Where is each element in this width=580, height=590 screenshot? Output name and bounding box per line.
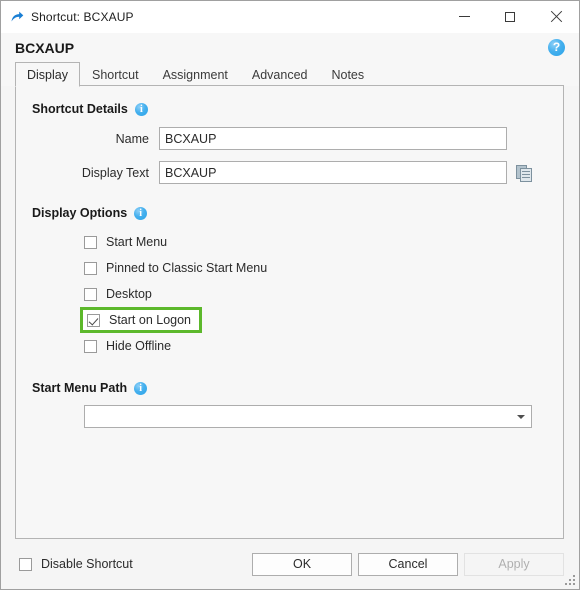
option-start-on-logon-label: Start on Logon — [109, 313, 192, 327]
info-icon-shortcut-details[interactable]: i — [134, 102, 148, 116]
footer-bar: Disable Shortcut OK Cancel Apply — [1, 539, 579, 589]
start-menu-path-label: Start Menu Path — [32, 381, 128, 395]
option-desktop-label: Desktop — [106, 287, 152, 301]
copy-icon[interactable] — [516, 164, 534, 182]
option-hide-offline[interactable]: Hide Offline — [32, 333, 547, 359]
option-start-menu[interactable]: Start Menu — [32, 229, 547, 255]
ok-button[interactable]: OK — [252, 552, 352, 576]
option-hide-offline-label: Hide Offline — [106, 339, 172, 353]
name-label: Name — [115, 131, 149, 146]
info-icon-display-options[interactable]: i — [134, 206, 148, 220]
close-icon — [550, 11, 562, 23]
cancel-button[interactable]: Cancel — [358, 552, 458, 576]
tab-shortcut[interactable]: Shortcut — [80, 62, 151, 86]
checkbox-hide-offline[interactable] — [84, 339, 97, 353]
display-options-heading: Display Options i — [32, 206, 547, 220]
minimize-icon — [458, 16, 470, 17]
ok-button-label: OK — [292, 557, 312, 571]
checkbox-disable-shortcut[interactable] — [19, 557, 32, 571]
name-row: Name — [32, 127, 547, 150]
name-input[interactable] — [159, 127, 507, 150]
checkbox-desktop[interactable] — [84, 287, 97, 301]
info-icon-start-menu-path[interactable]: i — [134, 381, 148, 395]
minimize-button[interactable] — [441, 1, 487, 32]
option-start-on-logon-highlight: Start on Logon — [32, 307, 547, 333]
dialog-buttons: OK Cancel Apply — [252, 552, 564, 576]
help-question-icon: ? — [548, 39, 565, 56]
tab-assignment-label: Assignment — [162, 67, 228, 82]
display-options-label: Display Options — [32, 206, 128, 220]
option-pinned-classic-start-menu-label: Pinned to Classic Start Menu — [106, 261, 268, 275]
tab-notes-label: Notes — [331, 67, 365, 82]
tab-shortcut-label: Shortcut — [92, 67, 139, 82]
apply-button-label: Apply — [498, 557, 530, 571]
maximize-button[interactable] — [487, 1, 533, 32]
shortcut-properties-window: Shortcut: BCXAUP BCXAUP ? Display Shortc… — [0, 0, 580, 590]
window-title: Shortcut: BCXAUP — [31, 9, 134, 24]
checkbox-start-menu[interactable] — [84, 235, 97, 249]
display-options-list: Start Menu Pinned to Classic Start Menu … — [32, 229, 547, 359]
checkbox-start-on-logon[interactable] — [87, 313, 100, 327]
resize-grip-icon[interactable] — [565, 575, 576, 586]
option-start-menu-label: Start Menu — [106, 235, 168, 249]
tab-advanced-label: Advanced — [251, 67, 308, 82]
tab-display-label: Display — [27, 67, 68, 82]
display-tab-panel: Shortcut Details i Name Display Text Dis… — [15, 86, 564, 539]
option-start-on-logon[interactable]: Start on Logon — [80, 307, 203, 333]
apply-button: Apply — [464, 552, 564, 576]
start-menu-path-heading: Start Menu Path i — [32, 381, 547, 395]
shortcut-details-heading: Shortcut Details i — [32, 102, 547, 116]
help-button[interactable]: ? — [548, 39, 565, 56]
display-text-input[interactable] — [159, 161, 507, 184]
header-bar: BCXAUP ? — [1, 33, 579, 62]
tab-advanced[interactable]: Advanced — [240, 62, 320, 86]
display-text-row: Display Text — [32, 161, 547, 184]
disable-shortcut-row[interactable]: Disable Shortcut — [19, 557, 133, 571]
checkbox-pinned-classic-start-menu[interactable] — [84, 261, 97, 275]
disable-shortcut-label: Disable Shortcut — [41, 557, 133, 571]
page-title: BCXAUP — [15, 39, 75, 56]
title-bar: Shortcut: BCXAUP — [1, 1, 579, 33]
cancel-button-label: Cancel — [388, 557, 428, 571]
shortcut-arrow-icon — [9, 9, 25, 25]
tab-notes[interactable]: Notes — [319, 62, 376, 86]
option-pinned-classic-start-menu[interactable]: Pinned to Classic Start Menu — [32, 255, 547, 281]
tab-strip: Display Shortcut Assignment Advanced Not… — [1, 62, 579, 87]
close-button[interactable] — [533, 1, 579, 32]
tab-display[interactable]: Display — [15, 62, 80, 87]
chevron-down-icon[interactable] — [511, 406, 531, 427]
tab-assignment[interactable]: Assignment — [151, 62, 240, 86]
display-text-label: Display Text — [81, 165, 149, 180]
maximize-icon — [505, 11, 515, 22]
option-desktop[interactable]: Desktop — [32, 281, 547, 307]
shortcut-details-label: Shortcut Details — [32, 102, 128, 116]
window-controls — [441, 1, 579, 32]
start-menu-path-row — [32, 405, 547, 428]
start-menu-path-combobox[interactable] — [84, 405, 532, 428]
